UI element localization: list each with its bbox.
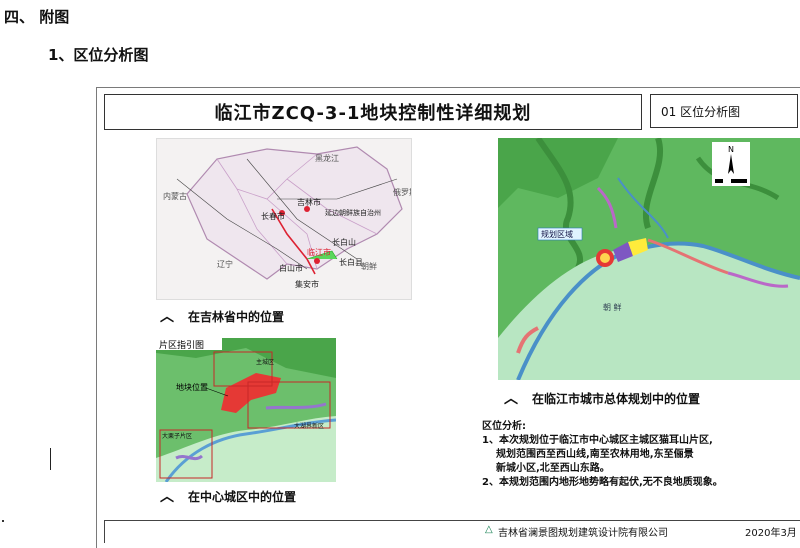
province-label-korea: 朝鲜 xyxy=(361,261,377,271)
province-label-changbaishan: 长白山 xyxy=(332,237,356,247)
center-map-title: 片区指引图 xyxy=(159,339,204,351)
compass-n-label: N xyxy=(728,145,734,154)
caption-center-text: 在中心城区中的位置 xyxy=(188,489,297,504)
caption-city: ︿ 在临江市城市总体规划中的位置 xyxy=(504,388,700,408)
province-label-neimenggu: 内蒙古 xyxy=(163,191,187,201)
center-map-site: 地块位置 xyxy=(176,382,208,392)
text-cursor xyxy=(50,448,51,470)
caret-up-icon: ︿ xyxy=(160,309,174,325)
province-label-liaoning: 辽宁 xyxy=(217,259,233,269)
subsection-heading: 1、区位分析图 xyxy=(48,46,149,64)
province-label-russia: 俄罗斯 xyxy=(393,187,412,197)
province-label-changbai: 长白县 xyxy=(339,257,363,267)
sheet-title: 临江市ZCQ-3-1地块控制性详细规划 xyxy=(104,94,642,130)
center-map-area-a: 主城区 xyxy=(256,358,274,366)
province-label-baishan: 白山市 xyxy=(279,263,303,273)
center-city-map: 片区指引图 地块位置 主城区 大湖界新区 大栗子片区 xyxy=(156,338,336,482)
province-label-yanbian: 延边朝鲜族自治州 xyxy=(325,208,381,217)
province-label-jilin: 吉林市 xyxy=(297,197,321,207)
province-label-heilongjiang: 黑龙江 xyxy=(315,153,339,163)
sheet-footer: △ 吉林省澜景图规划建筑设计院有限公司 2020年3月 xyxy=(104,520,800,543)
caption-province: ︿ 在吉林省中的位置 xyxy=(160,306,284,326)
analysis-title: 区位分析: xyxy=(482,421,526,432)
section-heading: 四、 附图 xyxy=(4,8,70,26)
caret-up-icon: ︿ xyxy=(160,489,174,505)
province-map: 黑龙江 内蒙古 俄罗斯 辽宁 朝鲜 长春市 吉林市 延边朝鲜族自治州 白山市 长… xyxy=(156,138,412,300)
sheet-number: 01 区位分析图 xyxy=(650,94,798,128)
caption-center: ︿ 在中心城区中的位置 xyxy=(160,486,296,506)
location-analysis: 区位分析: 1、本次规划位于临江市中心城区主城区猫耳山片区, 规划范围西至西山线… xyxy=(482,420,782,490)
analysis-line: 规划范围西至西山线,南至农林用地,东至俪景 xyxy=(496,449,694,460)
company-logo-icon: △ xyxy=(485,524,493,535)
province-label-changchun: 长春市 xyxy=(261,211,285,221)
caption-city-text: 在临江市城市总体规划中的位置 xyxy=(532,391,701,406)
analysis-line: 1、本次规划位于临江市中心城区主城区猫耳山片区, xyxy=(482,435,713,446)
margin-mark xyxy=(2,520,4,522)
analysis-line: 2、本规划范围内地形地势略有起伏,无不良地质现象。 xyxy=(482,477,723,488)
province-label-linjiang: 临江市 xyxy=(307,247,331,257)
caption-province-text: 在吉林省中的位置 xyxy=(188,309,285,324)
city-label-zone: 规划区域 xyxy=(541,229,573,239)
analysis-line: 新城小区,北至西山东路。 xyxy=(496,463,610,474)
center-map-area-c: 大栗子片区 xyxy=(162,432,192,440)
center-map-area-b: 大湖界新区 xyxy=(294,422,324,430)
caret-up-icon: ︿ xyxy=(504,391,518,407)
city-label-korea: 朝 鲜 xyxy=(603,302,622,312)
province-label-jian: 集安市 xyxy=(295,279,319,289)
city-plan-map: 规划区域 朝 鲜 N xyxy=(498,138,800,380)
